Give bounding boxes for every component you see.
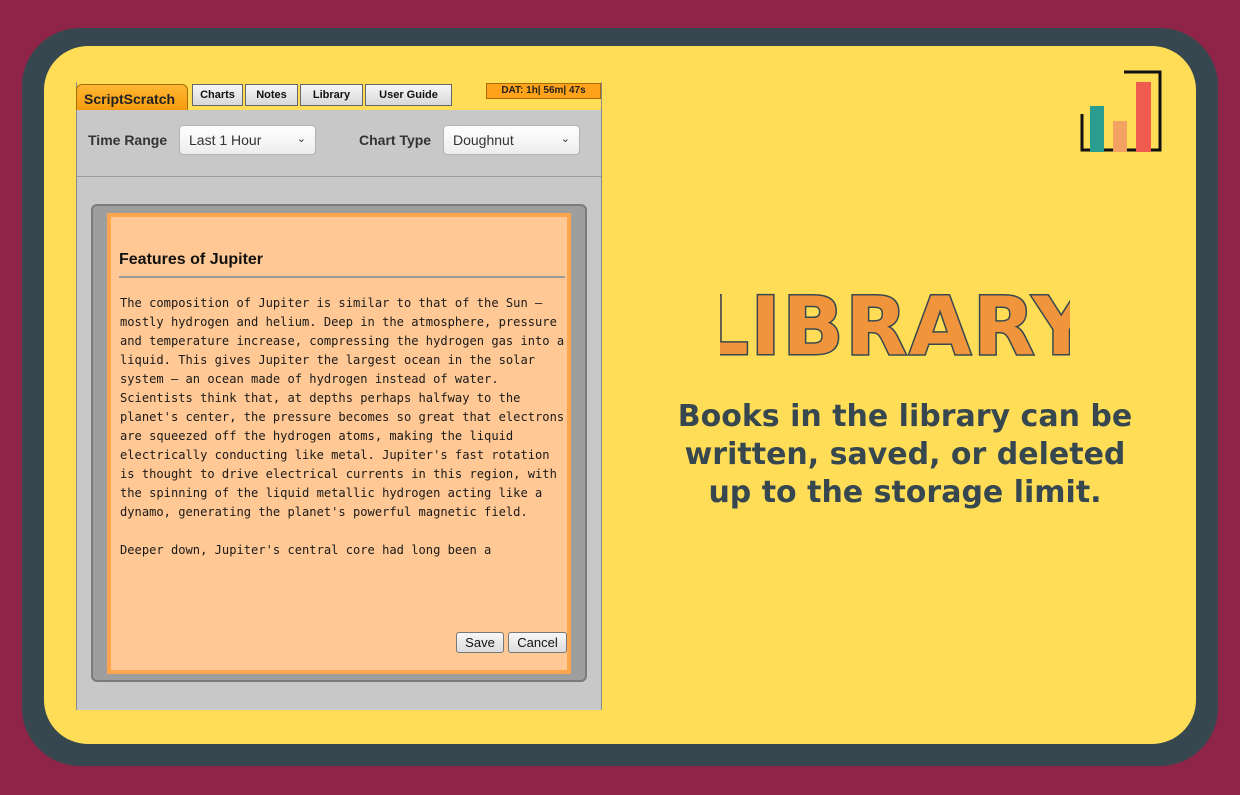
bar-chart-icon — [1080, 70, 1162, 152]
time-range-label: Time Range — [88, 132, 168, 148]
chevron-down-icon: ⌄ — [296, 133, 306, 145]
chevron-down-icon: ⌄ — [560, 133, 570, 145]
library-description: Books in the library can be written, sav… — [660, 398, 1150, 512]
save-button[interactable]: Save — [456, 632, 504, 653]
logo-bar-teal — [1090, 106, 1104, 152]
book-title[interactable]: Features of Jupiter — [119, 251, 565, 278]
chart-type-select[interactable]: Doughnut ⌄ — [443, 125, 580, 155]
time-range-value: Last 1 Hour — [189, 132, 262, 148]
tab-charts[interactable]: Charts — [192, 84, 243, 106]
tab-library[interactable]: Library — [300, 84, 363, 106]
description-line-1: Books in the library can be — [677, 399, 1133, 434]
description-line-3: up to the storage limit. — [708, 475, 1102, 510]
app-window: ScriptScratch Charts Notes Library User … — [76, 82, 602, 710]
session-timer: DAT: 1h| 56m| 47s — [486, 83, 601, 99]
tab-scriptscratch[interactable]: ScriptScratch — [76, 84, 188, 110]
description-line-2: written, saved, or deleted — [684, 437, 1126, 472]
tab-notes[interactable]: Notes — [245, 84, 298, 106]
cancel-button[interactable]: Cancel — [508, 632, 567, 653]
library-heading-text: LIBRARY — [720, 280, 1070, 370]
toolbar: Time Range Last 1 Hour ⌄ Chart Type Doug… — [77, 110, 601, 177]
logo-bar-red — [1136, 82, 1151, 152]
book-editor: Features of Jupiter The composition of J… — [107, 213, 571, 674]
chart-type-value: Doughnut — [453, 132, 514, 148]
tab-bar: ScriptScratch Charts Notes Library User … — [76, 82, 601, 110]
time-range-select[interactable]: Last 1 Hour ⌄ — [179, 125, 316, 155]
logo-bar-orange — [1113, 121, 1127, 152]
book-text-area[interactable]: The composition of Jupiter is similar to… — [120, 294, 568, 620]
chart-type-label: Chart Type — [359, 132, 432, 148]
tab-user-guide[interactable]: User Guide — [365, 84, 452, 106]
library-heading: LIBRARY — [720, 280, 1070, 370]
editor-panel: Features of Jupiter The composition of J… — [91, 204, 587, 682]
